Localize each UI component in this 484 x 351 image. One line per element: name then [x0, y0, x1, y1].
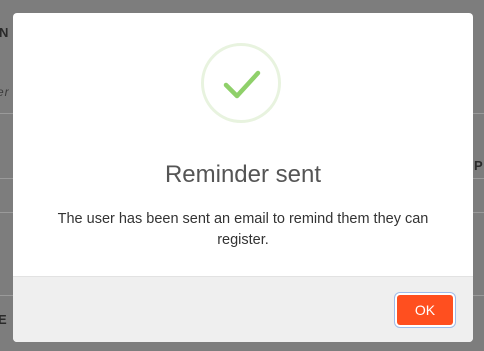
dialog-title: Reminder sent: [164, 161, 322, 188]
checkmark-icon: [223, 70, 261, 99]
ok-button[interactable]: OK: [397, 295, 453, 325]
dialog-footer: OK: [13, 276, 473, 342]
success-icon-ring: [201, 43, 281, 123]
reminder-dialog: Reminder sent The user has been sent an …: [13, 13, 473, 342]
background-text: N: [0, 25, 10, 40]
background-text: P: [474, 158, 484, 173]
dialog-message: The user has been sent an email to remin…: [57, 211, 429, 248]
